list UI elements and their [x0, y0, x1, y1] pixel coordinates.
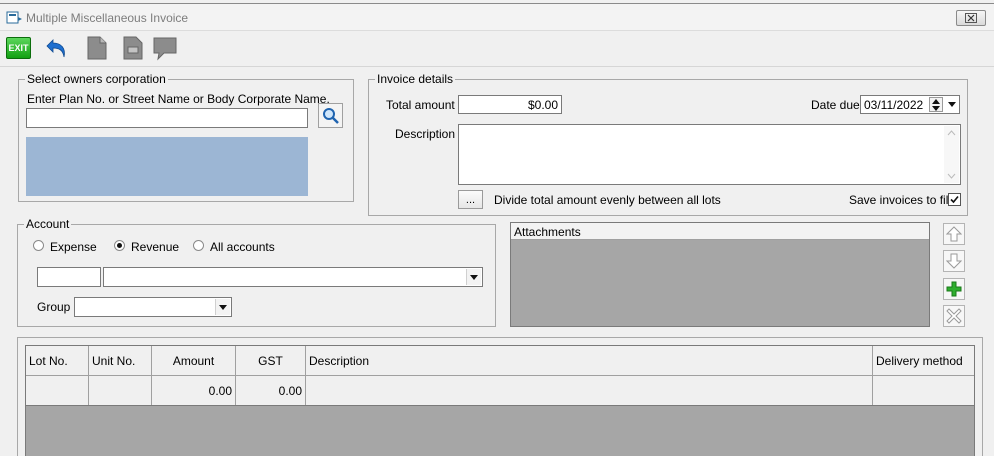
- account-legend: Account: [26, 217, 70, 231]
- revenue-radio[interactable]: [114, 240, 125, 251]
- save-invoices-checkbox[interactable]: [948, 193, 961, 206]
- totals-unit-cell: [89, 376, 152, 405]
- account-code-input[interactable]: [37, 267, 101, 287]
- spin-up-icon: [932, 99, 940, 104]
- totals-lot-cell: [26, 376, 89, 405]
- column-header-amount[interactable]: Amount: [152, 346, 236, 375]
- checkmark-icon: [950, 195, 959, 204]
- scroll-down-icon: [947, 173, 956, 179]
- owners-search-button[interactable]: [318, 103, 343, 128]
- total-amount-label: Total amount: [386, 98, 455, 112]
- move-up-button[interactable]: [943, 223, 965, 245]
- speech-bubble-icon: [153, 37, 177, 61]
- arrow-up-icon: [946, 226, 962, 242]
- column-header-unit-no[interactable]: Unit No.: [89, 346, 152, 375]
- group-dropdown-button[interactable]: [215, 299, 230, 315]
- totals-gst-cell: 0.00: [236, 376, 306, 405]
- all-accounts-radio[interactable]: [193, 240, 204, 251]
- description-textarea[interactable]: [458, 124, 961, 185]
- chevron-down-icon: [948, 102, 956, 107]
- document-icon: [87, 36, 107, 60]
- exit-button[interactable]: EXIT: [6, 37, 31, 59]
- close-icon: [965, 13, 977, 23]
- description-label: Description: [395, 127, 456, 141]
- app-window-icon: [6, 11, 22, 24]
- title-bar: Multiple Miscellaneous Invoice: [0, 3, 994, 31]
- date-due-label: Date due: [811, 98, 860, 112]
- delete-x-icon: [946, 308, 962, 324]
- owners-corporation-legend: Select owners corporation: [27, 72, 166, 86]
- group-select[interactable]: [74, 297, 232, 317]
- date-due-value: 03/11/2022: [864, 98, 924, 112]
- date-due-picker[interactable]: 03/11/2022: [860, 95, 960, 114]
- print-document-button[interactable]: [121, 35, 147, 61]
- attachments-header-label: Attachments: [514, 225, 581, 239]
- totals-delivery-cell: [873, 376, 974, 405]
- move-down-button[interactable]: [943, 250, 965, 272]
- owners-search-prompt: Enter Plan No. or Street Name or Body Co…: [27, 92, 330, 106]
- close-window-button[interactable]: [956, 10, 986, 26]
- divide-evenly-label: Divide total amount evenly between all l…: [494, 193, 721, 207]
- column-header-description[interactable]: Description: [306, 346, 873, 375]
- new-document-button[interactable]: [84, 35, 110, 61]
- comment-button[interactable]: [152, 35, 178, 61]
- scroll-up-icon: [947, 130, 956, 136]
- remove-attachment-button[interactable]: [943, 305, 965, 327]
- undo-icon: [46, 39, 65, 58]
- column-header-lot-no[interactable]: Lot No.: [26, 346, 89, 375]
- total-amount-input[interactable]: [458, 95, 562, 114]
- divide-evenly-button[interactable]: ...: [458, 190, 483, 209]
- expense-radio-label: Expense: [50, 240, 97, 254]
- owners-results-list[interactable]: [26, 137, 308, 196]
- revenue-radio-label: Revenue: [131, 240, 180, 254]
- search-icon: [322, 107, 339, 124]
- chevron-down-icon: [470, 274, 478, 280]
- toolbar-divider: [0, 66, 994, 67]
- totals-description-cell: [306, 376, 873, 405]
- save-invoices-label: Save invoices to file: [849, 193, 956, 207]
- all-accounts-radio-label: All accounts: [210, 240, 275, 254]
- attachments-header: Attachments: [511, 223, 929, 240]
- column-header-delivery-method[interactable]: Delivery method: [873, 346, 974, 375]
- grid-totals-row: 0.00 0.00: [26, 376, 974, 406]
- account-select[interactable]: [103, 267, 483, 287]
- group-label: Group: [37, 300, 71, 314]
- arrow-down-icon: [946, 253, 962, 269]
- plus-icon: [946, 281, 962, 297]
- invoice-details-legend: Invoice details: [377, 72, 454, 86]
- invoice-lines-grid[interactable]: Lot No. Unit No. Amount GST Description …: [25, 345, 975, 456]
- window-title: Multiple Miscellaneous Invoice: [26, 11, 189, 25]
- date-dropdown-button[interactable]: [945, 97, 959, 112]
- description-scrollbar[interactable]: [944, 126, 959, 183]
- document-print-icon: [123, 36, 143, 60]
- spin-down-icon: [932, 106, 940, 111]
- account-dropdown-button[interactable]: [466, 269, 481, 285]
- chevron-down-icon: [219, 304, 227, 310]
- add-attachment-button[interactable]: [943, 278, 965, 300]
- undo-button[interactable]: [44, 35, 70, 61]
- date-spin-button[interactable]: [929, 97, 943, 112]
- expense-radio[interactable]: [33, 240, 44, 251]
- attachments-panel[interactable]: Attachments: [510, 222, 930, 327]
- grid-header-row: Lot No. Unit No. Amount GST Description …: [26, 346, 974, 376]
- owners-search-input[interactable]: [26, 108, 308, 128]
- totals-amount-cell: 0.00: [152, 376, 236, 405]
- column-header-gst[interactable]: GST: [236, 346, 306, 375]
